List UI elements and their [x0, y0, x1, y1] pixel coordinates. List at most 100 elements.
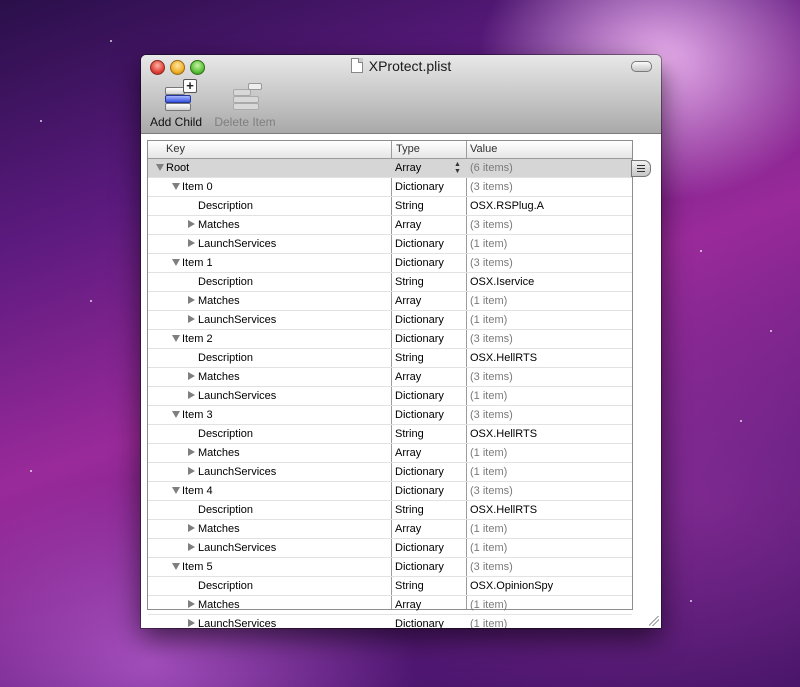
- add-child-button[interactable]: + Add Child: [147, 79, 205, 129]
- row-value[interactable]: (3 items): [470, 181, 513, 193]
- row-type[interactable]: Dictionary: [395, 542, 444, 554]
- row-key[interactable]: Item 2: [182, 333, 213, 345]
- disclosure-closed-icon[interactable]: [188, 543, 195, 551]
- disclosure-open-icon[interactable]: [172, 259, 180, 266]
- row-value[interactable]: (1 item): [470, 523, 507, 535]
- row-value[interactable]: (1 item): [470, 447, 507, 459]
- outline-row[interactable]: Description String OSX.HellRTS: [148, 425, 632, 444]
- row-key[interactable]: Item 5: [182, 561, 213, 573]
- disclosure-open-icon[interactable]: [172, 563, 180, 570]
- row-type[interactable]: Dictionary: [395, 618, 444, 628]
- outline-row[interactable]: Description String OSX.HellRTS: [148, 349, 632, 368]
- row-key[interactable]: Description: [198, 504, 253, 516]
- row-value[interactable]: (1 item): [470, 238, 507, 250]
- row-value[interactable]: (6 items): [470, 162, 513, 174]
- disclosure-closed-icon[interactable]: [188, 239, 195, 247]
- row-key[interactable]: LaunchServices: [198, 466, 276, 478]
- row-value[interactable]: OSX.RSPlug.A: [470, 200, 544, 212]
- row-key[interactable]: LaunchServices: [198, 542, 276, 554]
- row-type[interactable]: Dictionary: [395, 409, 444, 421]
- row-type[interactable]: Dictionary: [395, 181, 444, 193]
- outline-row[interactable]: Item 1 Dictionary (3 items): [148, 254, 632, 273]
- column-header-value[interactable]: Value: [470, 143, 497, 155]
- row-value[interactable]: (3 items): [470, 333, 513, 345]
- outline-row[interactable]: Matches Array (3 items): [148, 216, 632, 235]
- row-value[interactable]: (1 item): [470, 618, 507, 628]
- outline-row[interactable]: Matches Array (1 item): [148, 292, 632, 311]
- disclosure-closed-icon[interactable]: [188, 372, 195, 380]
- row-key[interactable]: Matches: [198, 295, 240, 307]
- row-type[interactable]: Array: [395, 295, 421, 307]
- outline-row[interactable]: Item 0 Dictionary (3 items): [148, 178, 632, 197]
- row-value[interactable]: (3 items): [470, 257, 513, 269]
- outline-row[interactable]: Matches Array (1 item): [148, 520, 632, 539]
- disclosure-closed-icon[interactable]: [188, 600, 195, 608]
- row-type[interactable]: Array: [395, 523, 421, 535]
- row-value[interactable]: (3 items): [470, 371, 513, 383]
- outline-row[interactable]: Root Array ▲ ▼ (6 items): [148, 159, 632, 178]
- row-key[interactable]: Description: [198, 428, 253, 440]
- row-value[interactable]: (3 items): [470, 219, 513, 231]
- row-value[interactable]: (1 item): [470, 295, 507, 307]
- row-key[interactable]: Item 4: [182, 485, 213, 497]
- disclosure-open-icon[interactable]: [172, 411, 180, 418]
- outline-row[interactable]: Matches Array (1 item): [148, 444, 632, 463]
- plist-outline-view[interactable]: Key Type Value Root Array ▲ ▼ (6 items) Item …: [147, 140, 633, 628]
- type-popup-stepper-icon[interactable]: ▲ ▼: [454, 161, 461, 175]
- row-value[interactable]: (1 item): [470, 599, 507, 611]
- disclosure-closed-icon[interactable]: [188, 619, 195, 627]
- row-type[interactable]: Array: [395, 371, 421, 383]
- row-type[interactable]: Dictionary: [395, 238, 444, 250]
- toolbar-toggle-button[interactable]: [631, 61, 652, 72]
- row-type[interactable]: Array: [395, 162, 421, 174]
- row-value[interactable]: OSX.Iservice: [470, 276, 534, 288]
- row-key[interactable]: Item 1: [182, 257, 213, 269]
- disclosure-closed-icon[interactable]: [188, 391, 195, 399]
- row-key[interactable]: Matches: [198, 599, 240, 611]
- row-type[interactable]: String: [395, 428, 424, 440]
- outline-row[interactable]: Item 3 Dictionary (3 items): [148, 406, 632, 425]
- disclosure-open-icon[interactable]: [172, 335, 180, 342]
- row-type[interactable]: Dictionary: [395, 333, 444, 345]
- title-bar[interactable]: XProtect.plist + Add Child Delete Item: [141, 55, 661, 134]
- row-value[interactable]: (1 item): [470, 542, 507, 554]
- row-type[interactable]: Array: [395, 219, 421, 231]
- outline-row[interactable]: Item 2 Dictionary (3 items): [148, 330, 632, 349]
- column-header-type[interactable]: Type: [396, 143, 420, 155]
- row-type[interactable]: String: [395, 200, 424, 212]
- row-key[interactable]: Description: [198, 276, 253, 288]
- row-key[interactable]: Matches: [198, 447, 240, 459]
- outline-row[interactable]: Description String OSX.OpinionSpy: [148, 577, 632, 596]
- outline-row[interactable]: LaunchServices Dictionary (1 item): [148, 235, 632, 254]
- row-key[interactable]: LaunchServices: [198, 314, 276, 326]
- row-type[interactable]: Dictionary: [395, 485, 444, 497]
- row-value[interactable]: (1 item): [470, 466, 507, 478]
- row-value[interactable]: (3 items): [470, 561, 513, 573]
- row-type[interactable]: String: [395, 352, 424, 364]
- outline-row[interactable]: Description String OSX.HellRTS: [148, 501, 632, 520]
- outline-row[interactable]: Item 5 Dictionary (3 items): [148, 558, 632, 577]
- column-header-key[interactable]: Key: [166, 143, 185, 155]
- outline-row[interactable]: LaunchServices Dictionary (1 item): [148, 311, 632, 330]
- row-key[interactable]: LaunchServices: [198, 238, 276, 250]
- outline-row[interactable]: LaunchServices Dictionary (1 item): [148, 615, 632, 628]
- disclosure-closed-icon[interactable]: [188, 467, 195, 475]
- outline-row[interactable]: Matches Array (3 items): [148, 368, 632, 387]
- row-type[interactable]: Dictionary: [395, 561, 444, 573]
- disclosure-closed-icon[interactable]: [188, 315, 195, 323]
- row-value[interactable]: (1 item): [470, 390, 507, 402]
- outline-row[interactable]: Matches Array (1 item): [148, 596, 632, 615]
- outline-row[interactable]: Item 4 Dictionary (3 items): [148, 482, 632, 501]
- row-type[interactable]: String: [395, 580, 424, 592]
- row-key[interactable]: Matches: [198, 371, 240, 383]
- disclosure-open-icon[interactable]: [156, 164, 164, 171]
- row-type[interactable]: Array: [395, 447, 421, 459]
- row-options-button[interactable]: [631, 160, 651, 177]
- row-key[interactable]: LaunchServices: [198, 618, 276, 628]
- row-value[interactable]: OSX.HellRTS: [470, 352, 537, 364]
- row-type[interactable]: String: [395, 276, 424, 288]
- outline-row[interactable]: Description String OSX.RSPlug.A: [148, 197, 632, 216]
- row-key[interactable]: LaunchServices: [198, 390, 276, 402]
- row-type[interactable]: Dictionary: [395, 466, 444, 478]
- row-key[interactable]: Matches: [198, 219, 240, 231]
